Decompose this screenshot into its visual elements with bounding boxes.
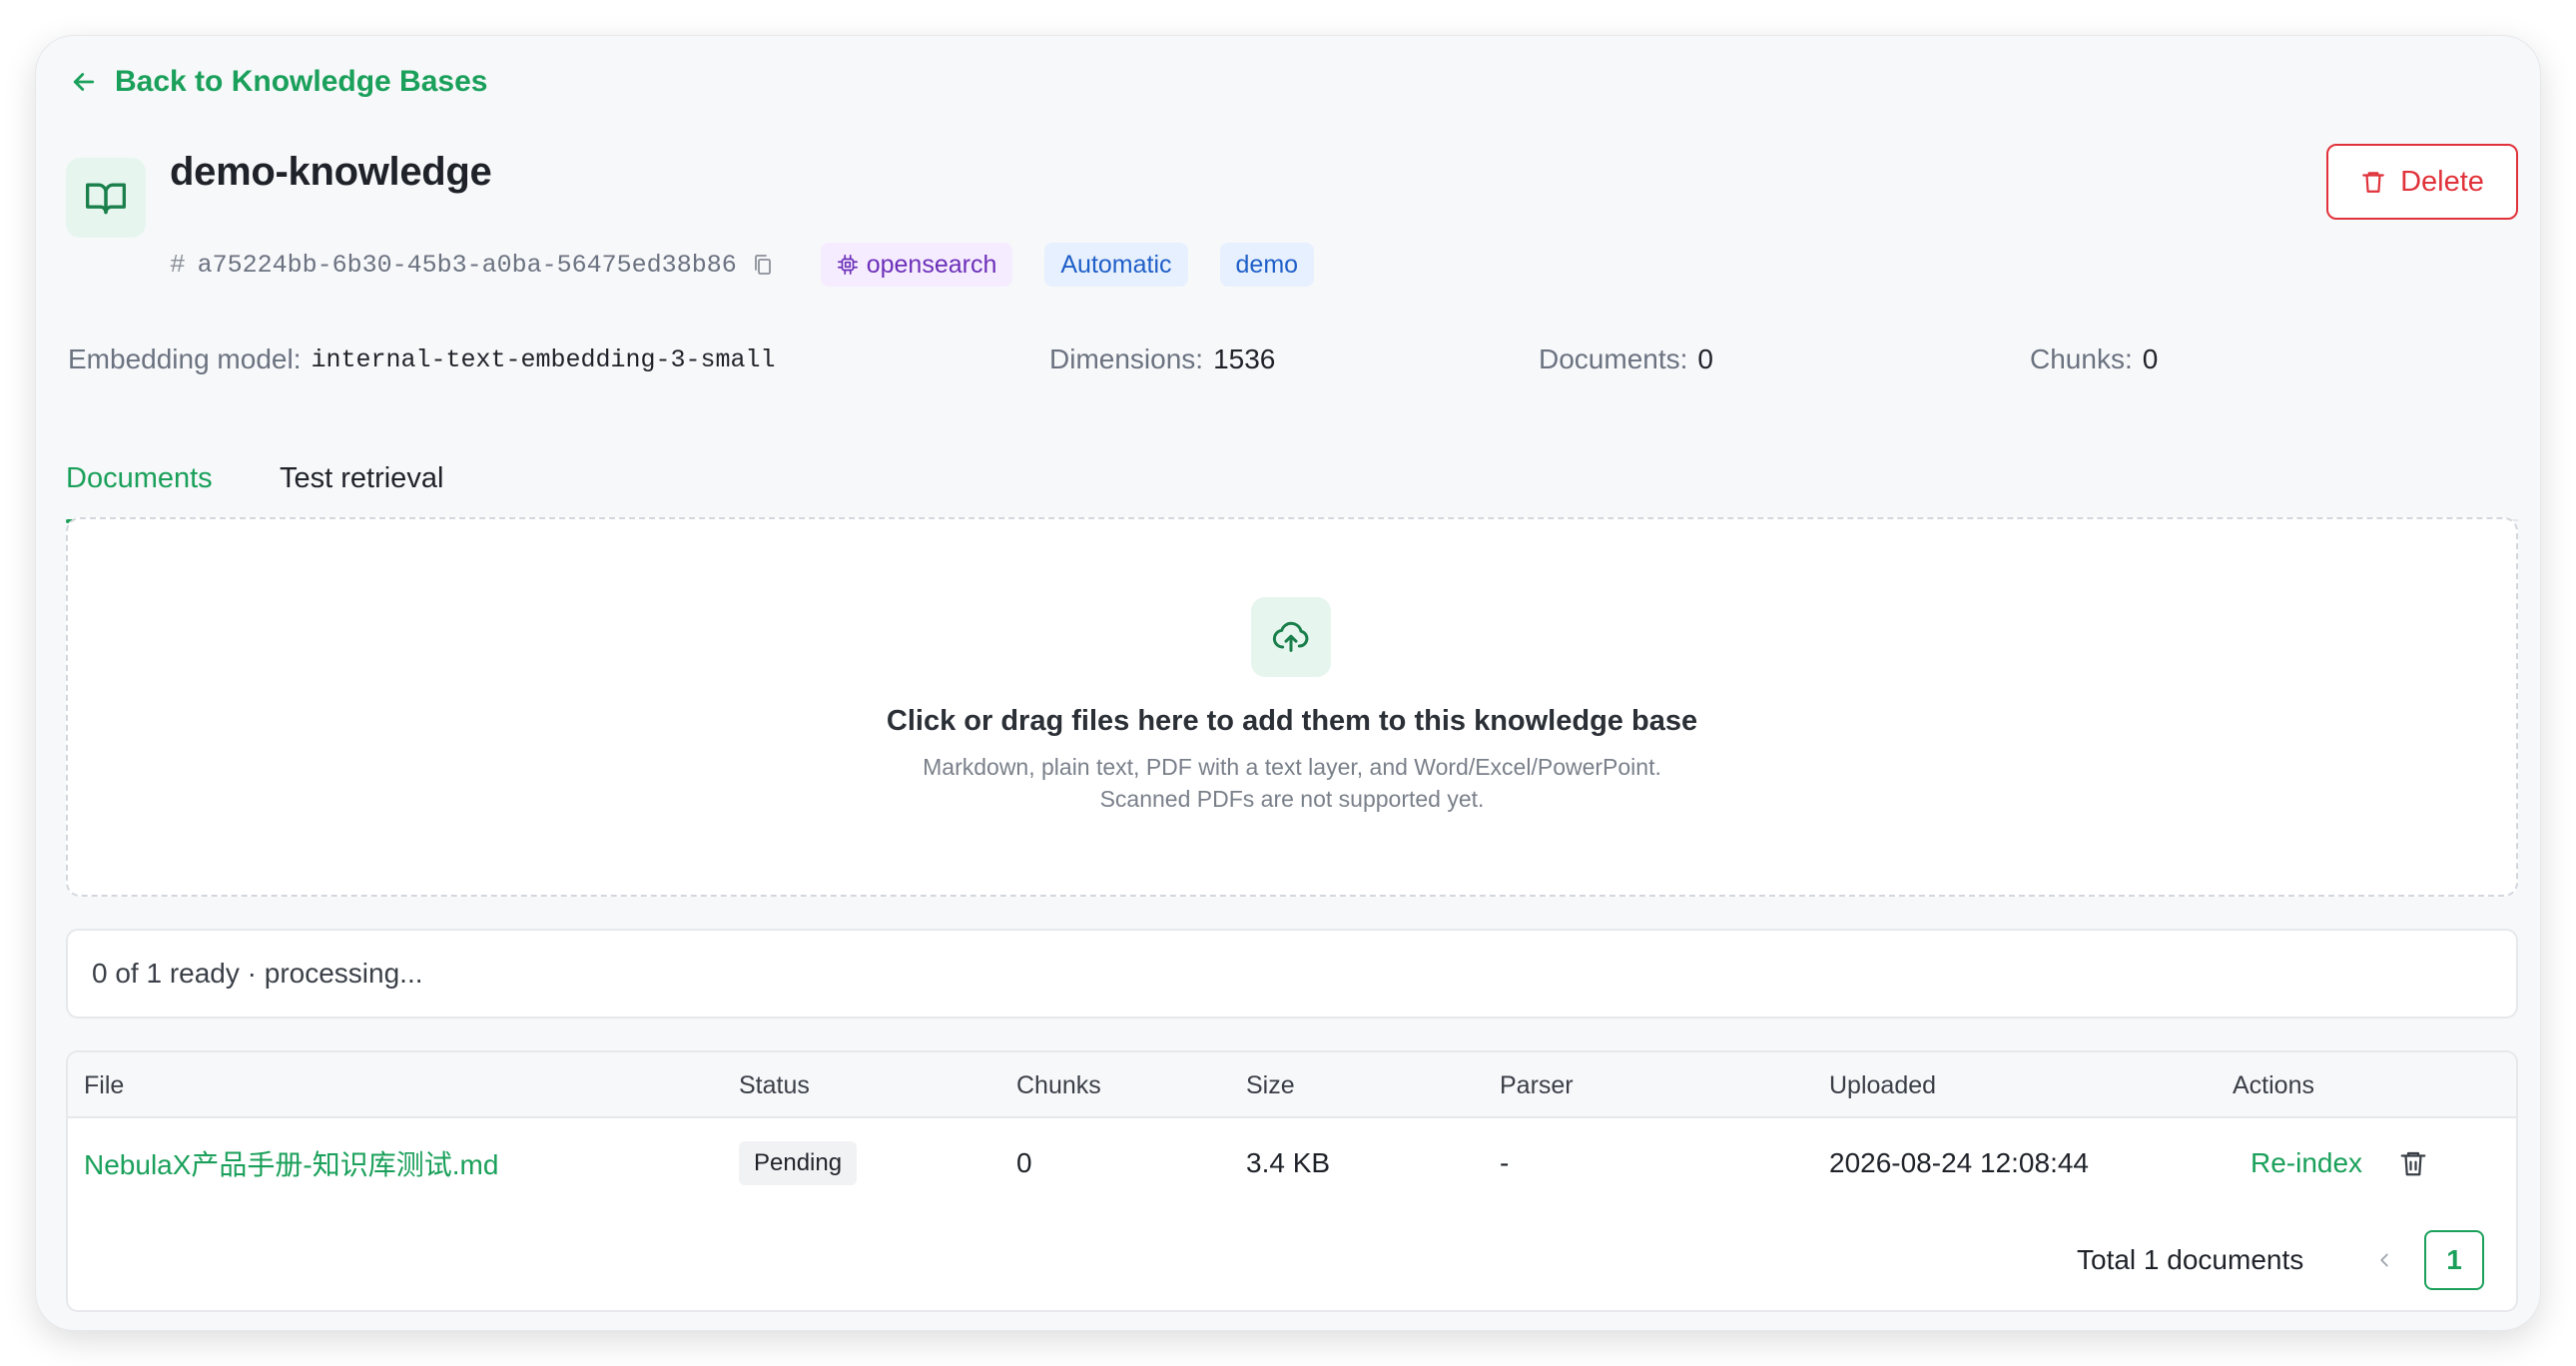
- status-badge: Pending: [739, 1141, 858, 1185]
- engine-tag: opensearch: [820, 243, 1013, 287]
- stat-value: 0: [2142, 343, 2159, 374]
- chip-icon: [837, 255, 858, 275]
- knowledge-base-detail-window: Back to Knowledge Bases demo-knowledge #…: [36, 36, 2540, 1330]
- tab-test-retrieval[interactable]: Test retrieval: [280, 435, 443, 521]
- delete-button[interactable]: Delete: [2326, 144, 2518, 220]
- trash-icon: [2362, 172, 2384, 193]
- trash-icon: [2400, 1151, 2426, 1176]
- column-header-file: File: [84, 1070, 125, 1099]
- column-header-status: Status: [739, 1070, 810, 1099]
- stat-label: Embedding model:: [68, 343, 302, 374]
- column-header-actions: Actions: [2233, 1070, 2314, 1099]
- size-cell: 3.4 KB: [1246, 1147, 1331, 1178]
- column-header-size: Size: [1246, 1070, 1295, 1099]
- stat-label: Chunks:: [2030, 343, 2133, 374]
- engine-tag-label: opensearch: [866, 250, 997, 279]
- stat-label: Dimensions:: [1049, 343, 1204, 374]
- uploaded-cell: 2026-08-24 12:08:44: [1829, 1147, 2089, 1178]
- cloud-upload-icon: [1272, 621, 1309, 652]
- prev-page-button[interactable]: [2364, 1230, 2404, 1290]
- kb-id-value: a75224bb-6b30-45b3-a0ba-56475ed38b86: [197, 250, 737, 280]
- stat-value: internal-text-embedding-3-small: [311, 344, 776, 374]
- stat-label: Documents:: [1539, 343, 1688, 374]
- back-to-knowledge-bases-link[interactable]: Back to Knowledge Bases: [69, 58, 487, 106]
- tab-documents[interactable]: Documents: [66, 435, 214, 523]
- stat-value: 1536: [1213, 343, 1276, 374]
- kb-stats: Embedding model: internal-text-embedding…: [36, 336, 2540, 383]
- label-tag: demo: [1219, 243, 1315, 287]
- book-open-icon: [86, 183, 126, 215]
- stat-chunks: Chunks: 0: [2030, 336, 2158, 383]
- upload-icon-badge: [1251, 597, 1331, 677]
- stat-dimensions: Dimensions: 1536: [1049, 336, 1275, 383]
- kb-avatar: [66, 158, 146, 238]
- chevron-left-icon: [2380, 1253, 2388, 1267]
- reindex-button[interactable]: Re-index: [2251, 1118, 2362, 1208]
- parser-cell: -: [1500, 1147, 1510, 1178]
- stat-embedding-model: Embedding model: internal-text-embedding…: [68, 336, 776, 383]
- back-link-label: Back to Knowledge Bases: [115, 65, 488, 98]
- tabs: Documents Test retrieval: [66, 435, 2518, 523]
- delete-button-label: Delete: [2400, 165, 2484, 198]
- file-name-link[interactable]: NebulaX产品手册-知识库测试.md: [84, 1118, 498, 1208]
- stat-documents: Documents: 0: [1539, 336, 1713, 383]
- page-number-button[interactable]: 1: [2424, 1230, 2484, 1290]
- delete-row-button[interactable]: [2398, 1118, 2428, 1208]
- stat-value: 0: [1697, 343, 1713, 374]
- column-header-parser: Parser: [1500, 1070, 1574, 1099]
- next-page-button[interactable]: [2500, 1230, 2518, 1290]
- pagination-total: Total 1 documents: [2077, 1244, 2304, 1275]
- column-header-uploaded: Uploaded: [1829, 1070, 1937, 1099]
- copy-icon[interactable]: [751, 253, 775, 277]
- upload-dropzone[interactable]: Click or drag files here to add them to …: [66, 517, 2518, 897]
- dropzone-subtitle: Markdown, plain text, PDF with a text la…: [68, 751, 2516, 815]
- table-row: NebulaX产品手册-知识库测试.md Pending 0 3.4 KB - …: [68, 1118, 2516, 1208]
- chunks-cell: 0: [1016, 1147, 1032, 1178]
- documents-table: File Status Chunks Size Parser Uploaded …: [66, 1050, 2518, 1312]
- dropzone-subtitle-line: Markdown, plain text, PDF with a text la…: [923, 754, 1661, 780]
- page-title: demo-knowledge: [170, 150, 492, 194]
- pagination: Total 1 documents 1: [68, 1230, 2516, 1290]
- kb-id: # a75224bb-6b30-45b3-a0ba-56475ed38b86: [170, 250, 775, 280]
- column-header-chunks: Chunks: [1016, 1070, 1101, 1099]
- mode-tag: Automatic: [1044, 243, 1188, 287]
- dropzone-subtitle-line: Scanned PDFs are not supported yet.: [1099, 786, 1485, 812]
- hash-icon: #: [170, 250, 186, 280]
- kb-meta-row: # a75224bb-6b30-45b3-a0ba-56475ed38b86 o…: [170, 242, 1315, 288]
- processing-status: 0 of 1 ready · processing...: [66, 929, 2518, 1019]
- status-cell: Pending: [739, 1118, 858, 1208]
- arrow-left-icon: [73, 73, 95, 91]
- chevron-right-icon: [2509, 1249, 2518, 1271]
- table-header: File Status Chunks Size Parser Uploaded …: [68, 1052, 2516, 1118]
- dropzone-title: Click or drag files here to add them to …: [886, 705, 1698, 737]
